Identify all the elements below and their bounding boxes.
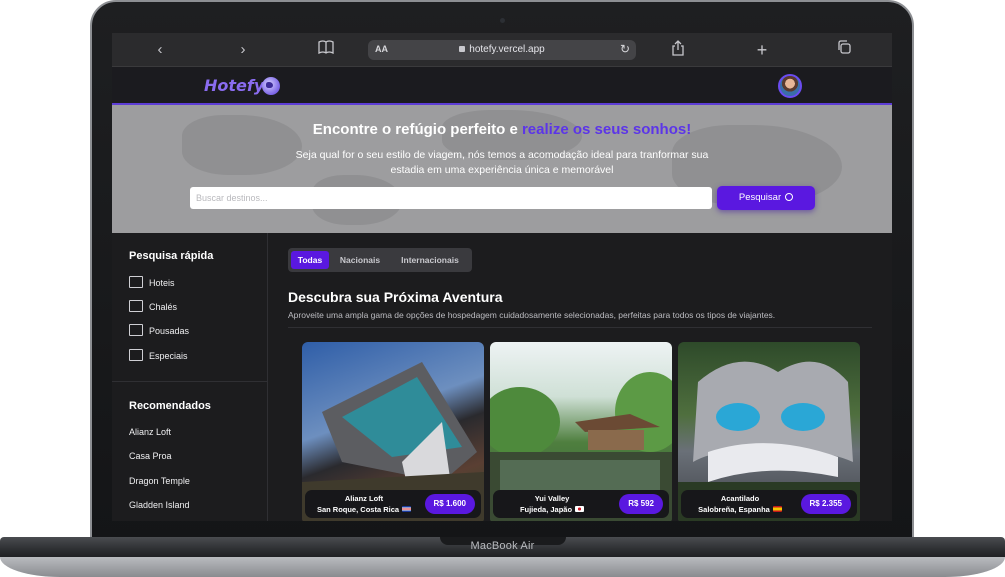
- section-divider: [288, 327, 872, 328]
- recommended-item[interactable]: Gladden Island: [129, 498, 190, 512]
- hero-title-accent: realize os seus sonhos!: [521, 121, 692, 138]
- camera: [500, 18, 505, 23]
- search-button[interactable]: Pesquisar: [717, 186, 815, 210]
- quick-search-title: Pesquisa rápida: [129, 250, 214, 262]
- sidebar-item-hoteis[interactable]: Hoteis: [129, 276, 175, 290]
- price-badge[interactable]: R$ 1.600: [424, 494, 475, 514]
- address-bar[interactable]: AA hotefy.vercel.app ↻: [368, 40, 636, 60]
- card-location-text: San Roque, Costa Rica: [316, 505, 400, 514]
- device-label: MacBook Air: [470, 540, 535, 552]
- hero-title-start: Encontre o refúgio perfeito e: [312, 121, 522, 138]
- filter-tabs: Todas Nacionais Internacionais: [288, 248, 472, 272]
- sidebar-item-label: Chalés: [149, 302, 178, 312]
- main-content: Todas Nacionais Internacionais Descubra …: [268, 233, 892, 521]
- inn-icon: [129, 324, 143, 336]
- card-info: Yui Valley Fujieda, Japão R$ 592: [493, 490, 669, 518]
- hotel-icon: [129, 276, 143, 288]
- sidebar-item-label: Pousadas: [149, 326, 190, 336]
- laptop-bottom: [0, 557, 1005, 577]
- logo[interactable]: Hotefy: [204, 76, 264, 95]
- recommended-item[interactable]: Alianz Loft: [129, 425, 171, 439]
- hero-banner: Encontre o refúgio perfeito e realize os…: [112, 105, 892, 233]
- browser-toolbar: ‹ › AA hotefy.vercel.app ↻ +: [112, 33, 892, 67]
- screen: ‹ › AA hotefy.vercel.app ↻ + Hotefy Enco…: [112, 33, 892, 521]
- back-icon[interactable]: ‹: [150, 40, 170, 60]
- price-badge[interactable]: R$ 592: [619, 494, 663, 514]
- sidebar-item-label: Hoteis: [149, 278, 175, 288]
- section-title: Descubra sua Próxima Aventura: [288, 289, 503, 305]
- search-icon: [785, 193, 794, 201]
- property-card[interactable]: Alianz Loft San Roque, Costa Rica R$ 1.6…: [302, 342, 484, 521]
- card-location: San Roque, Costa Rica: [305, 505, 423, 514]
- sidebar-item-chales[interactable]: Chalés: [129, 300, 177, 314]
- card-location-text: Salobreña, Espanha: [698, 505, 770, 514]
- avatar[interactable]: [778, 74, 802, 98]
- laptop-base: MacBook Air: [0, 537, 1005, 577]
- lock-icon: [459, 46, 466, 52]
- card-info: Acantilado Salobreña, Espanha R$ 2.355: [681, 490, 857, 518]
- recommended-title: Recomendados: [129, 400, 211, 412]
- card-location-text: Fujieda, Japão: [519, 505, 573, 514]
- recommended-item[interactable]: Dragon Temple: [129, 474, 190, 488]
- sidebar-item-pousadas[interactable]: Pousadas: [129, 324, 189, 338]
- special-icon: [129, 349, 143, 361]
- search-button-label: Pesquisar: [738, 192, 782, 203]
- reload-icon[interactable]: ↻: [620, 42, 630, 56]
- sidebar-divider: [112, 381, 268, 382]
- hero-title: Encontre o refúgio perfeito e realize os…: [112, 121, 892, 138]
- spain-flag-icon: [772, 506, 782, 512]
- app-header: Hotefy: [112, 67, 892, 105]
- costa-rica-flag-icon: [402, 506, 412, 512]
- tab-todas[interactable]: Todas: [291, 251, 329, 269]
- globe-icon: [262, 77, 280, 95]
- card-location: Fujieda, Japão: [493, 505, 611, 514]
- share-icon[interactable]: [668, 40, 688, 60]
- tab-nacionais[interactable]: Nacionais: [333, 251, 387, 269]
- recommended-item[interactable]: Casa Proa: [129, 449, 172, 463]
- price-badge[interactable]: R$ 2.355: [800, 494, 851, 514]
- card-name: Acantilado: [720, 494, 760, 503]
- chalet-icon: [129, 300, 143, 312]
- tab-internacionais[interactable]: Internacionais: [391, 251, 469, 269]
- section-description: Aproveite uma ampla gama de opções de ho…: [288, 310, 776, 320]
- card-info: Alianz Loft San Roque, Costa Rica R$ 1.6…: [305, 490, 481, 518]
- bookmarks-icon[interactable]: [316, 40, 336, 60]
- forward-icon[interactable]: ›: [233, 40, 253, 60]
- card-location: Salobreña, Espanha: [681, 505, 799, 514]
- hero-subtitle: Seja qual for o seu estilo de viagem, nó…: [295, 149, 709, 176]
- url-text: hotefy.vercel.app: [469, 44, 545, 55]
- sidebar: Pesquisa rápida Hoteis Chalés Pousadas E…: [112, 233, 268, 521]
- sidebar-item-label: Especiais: [149, 351, 188, 361]
- new-tab-icon[interactable]: +: [752, 40, 772, 60]
- tabs-overview-icon[interactable]: [834, 40, 854, 60]
- property-card[interactable]: Acantilado Salobreña, Espanha R$ 2.355: [678, 342, 860, 521]
- card-name: Alianz Loft: [344, 494, 384, 503]
- card-name: Yui Valley: [534, 494, 570, 503]
- japan-flag-icon: [575, 506, 585, 512]
- property-card[interactable]: Yui Valley Fujieda, Japão R$ 592: [490, 342, 672, 521]
- search-input[interactable]: [190, 187, 712, 209]
- sidebar-item-especiais[interactable]: Especiais: [129, 349, 188, 363]
